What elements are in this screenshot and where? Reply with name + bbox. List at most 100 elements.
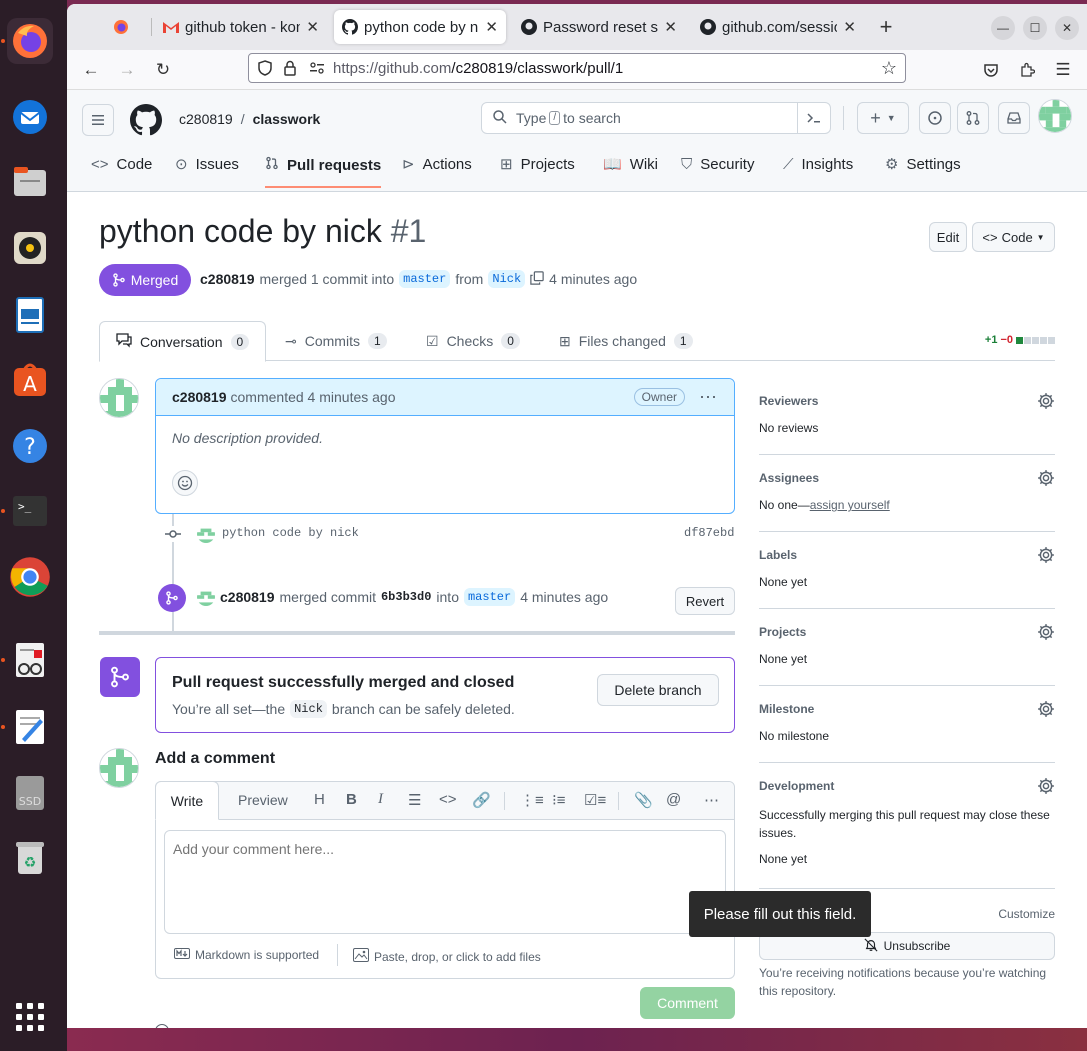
- kebab-menu-icon[interactable]: ⋯: [699, 387, 718, 408]
- tab-conversation[interactable]: Conversation 0: [99, 321, 267, 362]
- code-icon[interactable]: <>: [439, 791, 457, 808]
- app-center-dock-icon[interactable]: A: [7, 357, 53, 403]
- italic-icon[interactable]: I: [378, 791, 383, 808]
- bookmark-star-icon[interactable]: ☆: [881, 58, 897, 79]
- heading-icon[interactable]: H: [314, 791, 325, 808]
- sidebar-title[interactable]: Reviewers: [759, 394, 818, 408]
- back-icon[interactable]: ←: [79, 58, 103, 82]
- close-icon[interactable]: ✕: [843, 18, 856, 36]
- commit-avatar[interactable]: [197, 525, 215, 543]
- create-new-button[interactable]: + ▼: [857, 102, 909, 134]
- repo-link[interactable]: classwork: [253, 111, 321, 127]
- hamburger-menu-button[interactable]: [82, 104, 114, 136]
- new-tab-button[interactable]: +: [874, 14, 898, 39]
- repo-nav-pull-requests[interactable]: Pull requests: [265, 144, 382, 188]
- repo-nav-actions[interactable]: ⊳ Actions: [402, 144, 472, 184]
- tab-commits[interactable]: ⊸ Commits 1: [285, 321, 387, 361]
- gear-icon[interactable]: [1037, 546, 1055, 564]
- write-tab[interactable]: Write: [155, 781, 219, 820]
- copy-icon[interactable]: [530, 270, 544, 288]
- trash-dock-icon[interactable]: ♻: [7, 835, 53, 881]
- github-logo-icon[interactable]: [130, 104, 163, 139]
- repo-nav-code[interactable]: <> Code: [91, 144, 152, 184]
- gear-icon[interactable]: [1037, 700, 1055, 718]
- repo-nav-security[interactable]: ⛉ Security: [681, 144, 754, 184]
- pull-requests-icon[interactable]: [957, 102, 989, 134]
- sidebar-title[interactable]: Labels: [759, 548, 797, 562]
- thunderbird-dock-icon[interactable]: [7, 94, 53, 140]
- mention-icon[interactable]: @: [666, 791, 681, 808]
- bold-icon[interactable]: B: [346, 791, 357, 808]
- url-bar[interactable]: https://github.com/c280819/classwork/pul…: [248, 53, 906, 83]
- pr-author[interactable]: c280819: [200, 271, 255, 287]
- gear-icon[interactable]: [1037, 392, 1055, 410]
- gear-icon[interactable]: [1037, 777, 1055, 795]
- close-icon[interactable]: ✕: [485, 18, 498, 36]
- terminal-dock-icon[interactable]: >_: [7, 488, 53, 534]
- writer-dock-icon[interactable]: [7, 292, 53, 338]
- attach-icon[interactable]: 📎: [634, 791, 653, 809]
- sidebar-title[interactable]: Development: [759, 779, 834, 793]
- numbered-list-icon[interactable]: ⋮≡: [520, 791, 544, 809]
- sidebar-title[interactable]: Projects: [759, 625, 806, 639]
- document-viewer-dock-icon[interactable]: [7, 637, 53, 683]
- merge-avatar[interactable]: [197, 588, 215, 606]
- rhythmbox-dock-icon[interactable]: [7, 225, 53, 271]
- user-avatar[interactable]: [1038, 99, 1072, 133]
- customize-link[interactable]: Customize: [998, 907, 1055, 921]
- repo-nav-issues[interactable]: ⊙ Issues: [175, 144, 239, 184]
- files-dock-icon[interactable]: [7, 159, 53, 205]
- new-comment-avatar[interactable]: [99, 748, 139, 788]
- tab-password-reset[interactable]: Password reset se ✕: [513, 10, 685, 44]
- maximize-button[interactable]: ☐: [1023, 16, 1047, 40]
- chrome-dock-icon[interactable]: [7, 554, 53, 600]
- issues-icon[interactable]: [919, 102, 951, 134]
- comment-avatar[interactable]: [99, 378, 139, 418]
- unordered-list-icon[interactable]: ⁝≡: [552, 791, 566, 809]
- close-icon[interactable]: ✕: [306, 18, 319, 36]
- show-apps-icon[interactable]: [7, 994, 53, 1040]
- task-list-icon[interactable]: ☑≡: [584, 791, 606, 809]
- disk-drive-dock-icon[interactable]: SSD: [7, 770, 53, 816]
- delete-branch-button[interactable]: Delete branch: [597, 674, 719, 706]
- close-window-button[interactable]: ✕: [1055, 16, 1079, 40]
- comment-submit-button[interactable]: Comment: [640, 987, 735, 1019]
- forward-icon[interactable]: →: [115, 58, 139, 82]
- merge-base-branch[interactable]: master: [463, 588, 516, 606]
- sidebar-title[interactable]: Assignees: [759, 471, 819, 485]
- add-reaction-icon[interactable]: [172, 470, 198, 496]
- tab-pull-request[interactable]: python code by nic ✕: [334, 10, 506, 44]
- tab-checks[interactable]: ☑ Checks 0: [426, 321, 520, 361]
- quote-icon[interactable]: ☰: [408, 791, 421, 809]
- text-editor-dock-icon[interactable]: [7, 704, 53, 750]
- base-branch[interactable]: master: [399, 270, 451, 288]
- link-icon[interactable]: 🔗: [472, 791, 491, 809]
- reload-icon[interactable]: ↻: [151, 58, 175, 82]
- inbox-icon[interactable]: [998, 102, 1030, 134]
- code-dropdown-button[interactable]: <> Code ▼: [972, 222, 1055, 252]
- edit-title-button[interactable]: Edit: [929, 222, 967, 252]
- tab-github-session[interactable]: github.com/sessio ✕: [692, 10, 864, 44]
- extensions-icon[interactable]: [1015, 58, 1039, 82]
- repo-nav-projects[interactable]: ⊞ Projects: [500, 144, 575, 184]
- revert-button[interactable]: Revert: [675, 587, 735, 615]
- firefox-dock-icon[interactable]: [7, 18, 53, 64]
- owner-link[interactable]: c280819: [179, 111, 233, 127]
- markdown-note[interactable]: Markdown is supported: [174, 948, 319, 962]
- command-palette-icon[interactable]: [797, 103, 830, 133]
- assign-yourself-link[interactable]: assign yourself: [810, 498, 890, 512]
- close-icon[interactable]: ✕: [664, 18, 677, 36]
- attach-files-note[interactable]: Paste, drop, or click to add files: [353, 948, 541, 965]
- head-branch[interactable]: Nick: [488, 270, 526, 288]
- gear-icon[interactable]: [1037, 469, 1055, 487]
- repo-nav-wiki[interactable]: 📖 Wiki: [603, 144, 658, 184]
- merge-sha[interactable]: 6b3b3d0: [381, 590, 431, 604]
- search-input[interactable]: Type / to search: [481, 102, 831, 134]
- sidebar-title[interactable]: Milestone: [759, 702, 814, 716]
- menu-icon[interactable]: ☰: [1051, 58, 1075, 82]
- minimize-button[interactable]: —: [991, 16, 1015, 40]
- tab-firefox[interactable]: [105, 10, 147, 44]
- pocket-icon[interactable]: [979, 58, 1003, 82]
- commit-sha[interactable]: df87ebd: [684, 526, 734, 540]
- gear-icon[interactable]: [1037, 623, 1055, 641]
